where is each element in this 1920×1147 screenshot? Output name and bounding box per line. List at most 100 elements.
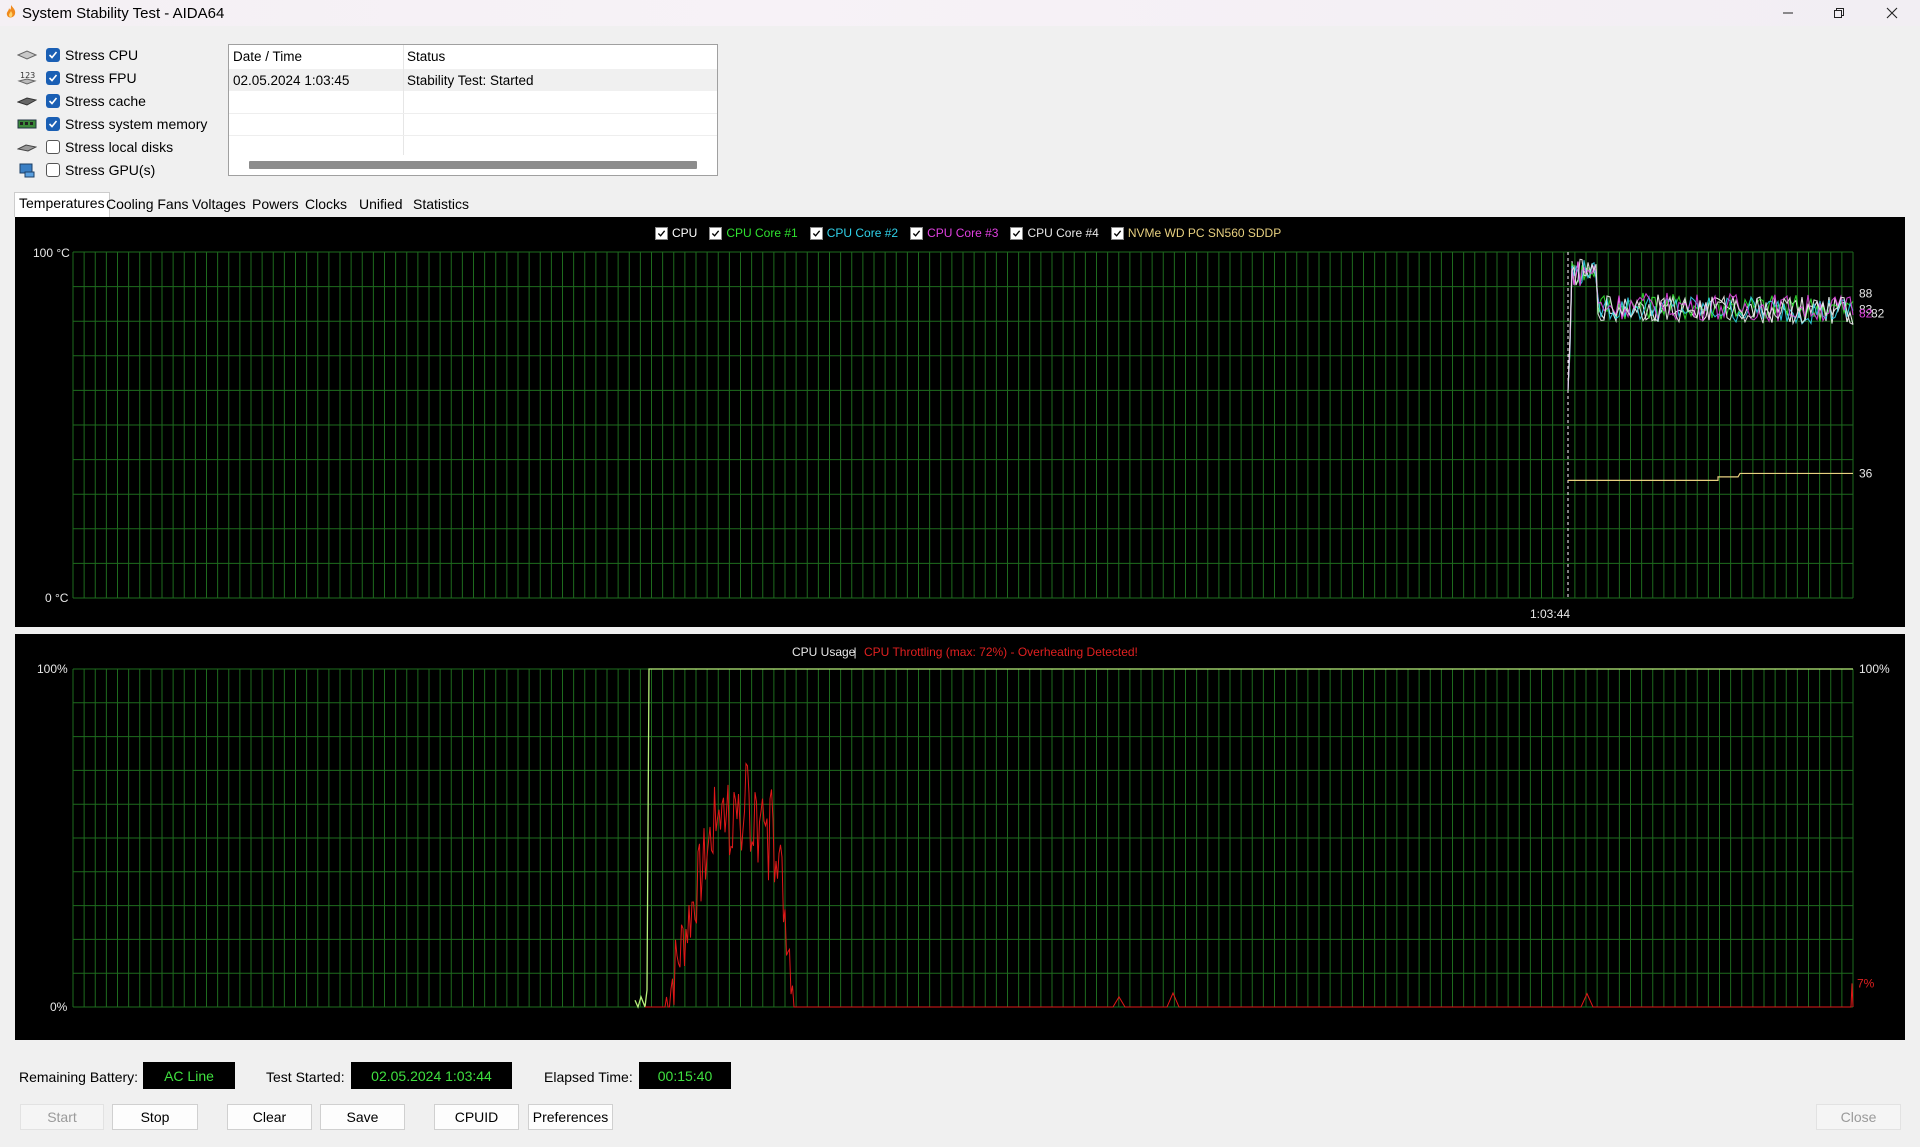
usage-axis-max-label-right: 100% <box>1859 662 1890 676</box>
stress-cpu-label: Stress CPU <box>65 47 139 63</box>
battery-label: Remaining Battery: <box>19 1069 139 1085</box>
stress-gpu-checkbox[interactable] <box>46 163 60 177</box>
temperature-axis-min-label: 0 °C <box>45 591 69 605</box>
legend-cpu-label: CPU <box>672 226 698 240</box>
temperature-chart: 100 °C 0 °C 1:03:44 88 83 82 82 36 <box>15 217 1905 627</box>
aida64-flame-icon <box>6 5 16 18</box>
legend-core2-checkbox[interactable] <box>809 226 823 240</box>
log-row-status: Stability Test: Started <box>407 73 534 88</box>
window-title: System Stability Test - AIDA64 <box>22 5 225 22</box>
cpu-usage-title: CPU Usage <box>792 645 856 659</box>
cpu-chip-icon <box>16 47 38 63</box>
cpu-usage-chart: CPU Usage | CPU Throttling (max: 72%) - Ov… <box>15 634 1905 1040</box>
stress-disks-option[interactable]: Stress local disks <box>16 136 216 158</box>
stress-cpu-option[interactable]: Stress CPU <box>16 44 216 66</box>
legend-cpu-checkbox[interactable] <box>655 226 668 240</box>
log-row-divider <box>229 113 717 114</box>
temperature-series-line <box>1567 260 1854 391</box>
log-horizontal-scrollbar[interactable] <box>249 161 697 169</box>
chart-grid <box>72 668 1854 1008</box>
legend-core3-label: CPU Core #3 <box>927 226 999 240</box>
tab-unified[interactable]: Unified <box>355 194 407 214</box>
close-icon <box>1886 7 1898 19</box>
stop-button[interactable]: Stop <box>112 1104 198 1130</box>
stress-cache-option[interactable]: Stress cache <box>16 90 216 112</box>
gpu-icon <box>16 162 38 178</box>
legend-core1-checkbox[interactable] <box>709 226 723 240</box>
minimize-button[interactable] <box>1762 0 1814 26</box>
tab-cooling-fans[interactable]: Cooling Fans <box>102 194 193 214</box>
preferences-button[interactable]: Preferences <box>528 1104 613 1130</box>
stress-gpu-label: Stress GPU(s) <box>65 162 156 178</box>
log-row-datetime: 02.05.2024 1:03:45 <box>233 73 350 88</box>
legend-nvme-label: NVMe WD PC SN560 SDDP <box>1127 226 1282 240</box>
stress-memory-label: Stress system memory <box>65 116 208 132</box>
chart-title-separator: | <box>853 645 856 659</box>
stress-fpu-option[interactable]: 123 Stress FPU <box>16 67 216 89</box>
close-window-button[interactable] <box>1866 0 1918 26</box>
start-button[interactable]: Start <box>20 1104 104 1130</box>
tab-temperatures[interactable]: Temperatures <box>14 192 110 217</box>
stress-gpu-option[interactable]: Stress GPU(s) <box>16 159 216 181</box>
log-column-divider <box>403 45 404 155</box>
legend-nvme-checkbox[interactable] <box>1110 226 1124 240</box>
title-bar: System Stability Test - AIDA64 <box>0 0 1920 26</box>
save-button[interactable]: Save <box>320 1104 405 1130</box>
temperature-end-label: 88 <box>1859 287 1873 301</box>
test-started-label: Test Started: <box>266 1069 345 1085</box>
temperature-axis-max-label: 100 °C <box>33 246 70 260</box>
legend-core3-checkbox[interactable] <box>910 226 924 240</box>
cache-chip-icon <box>16 93 38 109</box>
legend-core4-label: CPU Core #4 <box>1027 226 1099 240</box>
cpu-throttling-line <box>645 762 1854 1008</box>
disk-drive-icon <box>16 139 38 155</box>
chart-grid <box>72 251 1854 599</box>
usage-axis-max-label: 100% <box>37 662 68 676</box>
close-button[interactable]: Close <box>1816 1104 1901 1130</box>
legend-core2-label: CPU Core #2 <box>826 226 899 240</box>
tab-clocks[interactable]: Clocks <box>301 194 351 214</box>
log-row[interactable]: 02.05.2024 1:03:45 Stability Test: Start… <box>229 69 717 91</box>
throttling-title: CPU Throttling (max: 72%) - Overheating … <box>864 645 1138 659</box>
temperature-end-label: 82 <box>1871 307 1885 321</box>
restore-button[interactable] <box>1813 0 1865 26</box>
temperature-series-line <box>1567 258 1854 391</box>
stress-cache-checkbox[interactable] <box>46 94 60 108</box>
test-started-value: 02.05.2024 1:03:44 <box>351 1062 512 1089</box>
log-header: Date / Time Status <box>229 45 717 70</box>
tab-powers[interactable]: Powers <box>248 194 303 214</box>
restore-icon <box>1834 8 1844 18</box>
log-column-status[interactable]: Status <box>407 49 445 64</box>
legend-core1-label: CPU Core #1 <box>726 226 798 240</box>
temperature-chart-svg: 100 °C0 °C1:03:448883828236 <box>33 246 1885 621</box>
elapsed-time-label: Elapsed Time: <box>544 1069 633 1085</box>
temperature-series-line <box>1567 261 1854 391</box>
temperature-legend: CPU CPU Core #1 CPU Core #2 CPU Core #3 … <box>655 225 1293 241</box>
stress-cpu-checkbox[interactable] <box>46 48 60 62</box>
stress-cache-label: Stress cache <box>65 93 146 109</box>
log-row-divider <box>229 135 717 136</box>
nvme-temperature-line <box>1568 472 1853 481</box>
tab-voltages[interactable]: Voltages <box>188 194 250 214</box>
cpuid-button[interactable]: CPUID <box>434 1104 519 1130</box>
minimize-icon <box>1783 12 1793 14</box>
stress-memory-checkbox[interactable] <box>46 117 60 131</box>
tab-statistics[interactable]: Statistics <box>409 194 473 214</box>
stress-fpu-checkbox[interactable] <box>46 71 60 85</box>
legend-core4-checkbox[interactable] <box>1010 226 1024 240</box>
stress-memory-option[interactable]: Stress system memory <box>16 113 216 135</box>
fpu-123-icon: 123 <box>16 70 38 86</box>
temperature-series-line <box>1567 261 1854 391</box>
status-log-table[interactable]: Date / Time Status 02.05.2024 1:03:45 St… <box>228 44 718 176</box>
stress-disks-checkbox[interactable] <box>46 140 60 154</box>
stress-fpu-label: Stress FPU <box>65 70 137 86</box>
test-start-time-label: 1:03:44 <box>1530 607 1570 621</box>
log-column-datetime[interactable]: Date / Time <box>233 49 302 64</box>
battery-value: AC Line <box>143 1062 235 1089</box>
usage-axis-min-label: 0% <box>50 1000 68 1014</box>
temperature-end-label: 36 <box>1859 466 1873 480</box>
cpu-usage-chart-svg: CPU Usage| CPU Throttling (max: 72%) - Ov… <box>37 645 1890 1014</box>
elapsed-time-value: 00:15:40 <box>639 1062 731 1089</box>
clear-button[interactable]: Clear <box>227 1104 312 1130</box>
memory-module-icon <box>16 116 38 132</box>
